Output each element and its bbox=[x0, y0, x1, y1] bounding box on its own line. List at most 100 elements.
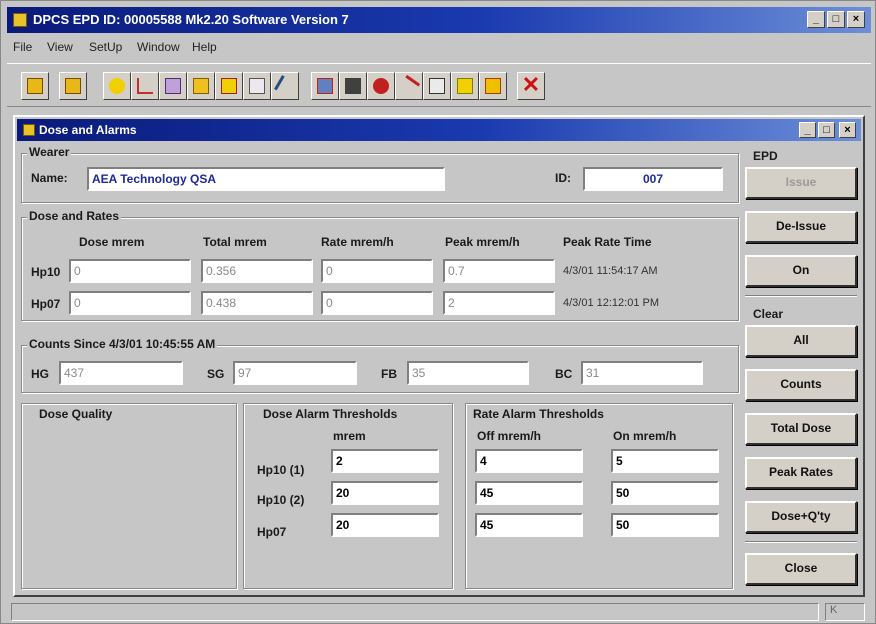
arrow-icon[interactable] bbox=[395, 72, 423, 100]
hp07-peak-field[interactable]: 2 bbox=[443, 291, 555, 315]
dose-alarm-unit: mrem bbox=[333, 429, 366, 443]
id-label: ID: bbox=[555, 171, 571, 185]
dose-alarms-titlebar[interactable]: Dose and Alarms _ □ × bbox=[17, 119, 861, 141]
rate-alarm-label: Rate Alarm Thresholds bbox=[473, 407, 604, 421]
rate-off-field-1[interactable]: 4 bbox=[475, 449, 583, 473]
wearer-group-label: Wearer bbox=[27, 145, 72, 159]
chart-icon[interactable] bbox=[131, 72, 159, 100]
app-window: DPCS EPD ID: 00005588 Mk2.20 Software Ve… bbox=[0, 0, 876, 624]
right-divider-2 bbox=[745, 541, 857, 543]
menubar: File View SetUp Window Help bbox=[7, 36, 871, 58]
hp07-peak-time: 4/3/01 12:12:01 PM bbox=[563, 297, 660, 309]
open-icon[interactable] bbox=[21, 72, 49, 100]
clear-counts-button[interactable]: Counts bbox=[745, 369, 857, 401]
dialog-minimize-button[interactable]: _ bbox=[799, 122, 816, 138]
menu-setup[interactable]: SetUp bbox=[89, 40, 122, 54]
bc-field[interactable]: 31 bbox=[581, 361, 703, 385]
folder-icon[interactable] bbox=[187, 72, 215, 100]
hp10-peak-field[interactable]: 0.7 bbox=[443, 259, 555, 283]
on-header: On mrem/h bbox=[613, 429, 677, 443]
hg-field[interactable]: 437 bbox=[59, 361, 183, 385]
dialog-icon bbox=[23, 124, 35, 136]
on-button[interactable]: On bbox=[745, 255, 857, 287]
hp10-1-label: Hp10 (1) bbox=[257, 463, 305, 477]
hp07-rate-field[interactable]: 0 bbox=[321, 291, 433, 315]
exit-x-icon[interactable]: ✕ bbox=[517, 72, 545, 100]
hp07-threshold-field[interactable]: 20 bbox=[331, 513, 439, 537]
clear-peak-rates-button[interactable]: Peak Rates bbox=[745, 457, 857, 489]
hp07-row-label: Hp07 bbox=[31, 297, 61, 311]
fb-label: FB bbox=[381, 367, 397, 381]
rate-off-field-2[interactable]: 45 bbox=[475, 481, 583, 505]
clear-all-button[interactable]: All bbox=[745, 325, 857, 357]
dose-rates-group-label: Dose and Rates bbox=[27, 209, 122, 223]
pen-icon[interactable] bbox=[271, 72, 299, 100]
app-icon bbox=[13, 13, 27, 27]
edit-icon[interactable] bbox=[215, 72, 243, 100]
epd-group-label: EPD bbox=[753, 149, 778, 163]
person-icon[interactable] bbox=[103, 72, 131, 100]
dose-quality-group bbox=[21, 403, 237, 589]
maximize-button[interactable]: □ bbox=[827, 11, 845, 28]
app-titlebar[interactable]: DPCS EPD ID: 00005588 Mk2.20 Software Ve… bbox=[7, 7, 871, 33]
counts-group-label: Counts Since 4/3/01 10:45:55 AM bbox=[27, 337, 218, 351]
menu-help[interactable]: Help bbox=[192, 40, 217, 54]
col-rate-mrem-h: Rate mrem/h bbox=[321, 235, 394, 249]
rate-on-field-2[interactable]: 50 bbox=[611, 481, 719, 505]
dialog-title: Dose and Alarms bbox=[39, 123, 137, 137]
sg-field[interactable]: 97 bbox=[233, 361, 357, 385]
key-icon[interactable] bbox=[451, 72, 479, 100]
list-icon[interactable] bbox=[243, 72, 271, 100]
col-dose-mrem: Dose mrem bbox=[79, 235, 145, 249]
dose-alarm-label: Dose Alarm Thresholds bbox=[263, 407, 398, 421]
close-window-button[interactable]: × bbox=[847, 11, 865, 28]
grid-icon[interactable] bbox=[339, 72, 367, 100]
table-icon[interactable] bbox=[423, 72, 451, 100]
hp10-dose-field[interactable]: 0 bbox=[69, 259, 191, 283]
save-icon[interactable] bbox=[59, 72, 87, 100]
hp07-total-field[interactable]: 0.438 bbox=[201, 291, 313, 315]
hg-label: HG bbox=[31, 367, 49, 381]
statusbar: K bbox=[7, 603, 871, 621]
status-pane-main bbox=[11, 603, 819, 621]
hp10-total-field[interactable]: 0.356 bbox=[201, 259, 313, 283]
menu-file[interactable]: File bbox=[13, 40, 32, 54]
menu-window[interactable]: Window bbox=[137, 40, 180, 54]
id-field[interactable]: 007 bbox=[583, 167, 723, 191]
card-icon[interactable] bbox=[159, 72, 187, 100]
col-peak-mrem-h: Peak mrem/h bbox=[445, 235, 520, 249]
rate-on-field-3[interactable]: 50 bbox=[611, 513, 719, 537]
de-issue-button[interactable]: De-Issue bbox=[745, 211, 857, 243]
right-divider-1 bbox=[745, 295, 857, 297]
hp10-1-threshold-field[interactable]: 2 bbox=[331, 449, 439, 473]
name-label: Name: bbox=[31, 171, 68, 185]
gear-icon[interactable] bbox=[367, 72, 395, 100]
name-field[interactable]: AEA Technology QSA bbox=[87, 167, 445, 191]
app-title: DPCS EPD ID: 00005588 Mk2.20 Software Ve… bbox=[33, 12, 349, 27]
rate-on-field-1[interactable]: 5 bbox=[611, 449, 719, 473]
menu-view[interactable]: View bbox=[47, 40, 73, 54]
dialog-maximize-button[interactable]: □ bbox=[818, 122, 835, 138]
hp07-threshold-label: Hp07 bbox=[257, 525, 287, 539]
dialog-close-button[interactable]: × bbox=[839, 122, 856, 138]
hp10-2-threshold-field[interactable]: 20 bbox=[331, 481, 439, 505]
col-peak-rate-time: Peak Rate Time bbox=[563, 235, 652, 249]
minimize-button[interactable]: _ bbox=[807, 11, 825, 28]
settings-icon[interactable] bbox=[311, 72, 339, 100]
clear-group-label: Clear bbox=[753, 307, 784, 321]
fb-field[interactable]: 35 bbox=[407, 361, 529, 385]
issue-button[interactable]: Issue bbox=[745, 167, 857, 199]
bc-label: BC bbox=[555, 367, 573, 381]
sg-label: SG bbox=[207, 367, 225, 381]
status-pane-right: K bbox=[825, 603, 865, 621]
clear-total-dose-button[interactable]: Total Dose bbox=[745, 413, 857, 445]
dose-quality-label: Dose Quality bbox=[39, 407, 113, 421]
hp10-rate-field[interactable]: 0 bbox=[321, 259, 433, 283]
off-header: Off mrem/h bbox=[477, 429, 542, 443]
toolbar: ✕ bbox=[7, 63, 871, 107]
clear-dose-qty-button[interactable]: Dose+Q'ty bbox=[745, 501, 857, 533]
rate-off-field-3[interactable]: 45 bbox=[475, 513, 583, 537]
close-button[interactable]: Close bbox=[745, 553, 857, 585]
hourglass-icon[interactable] bbox=[479, 72, 507, 100]
hp07-dose-field[interactable]: 0 bbox=[69, 291, 191, 315]
